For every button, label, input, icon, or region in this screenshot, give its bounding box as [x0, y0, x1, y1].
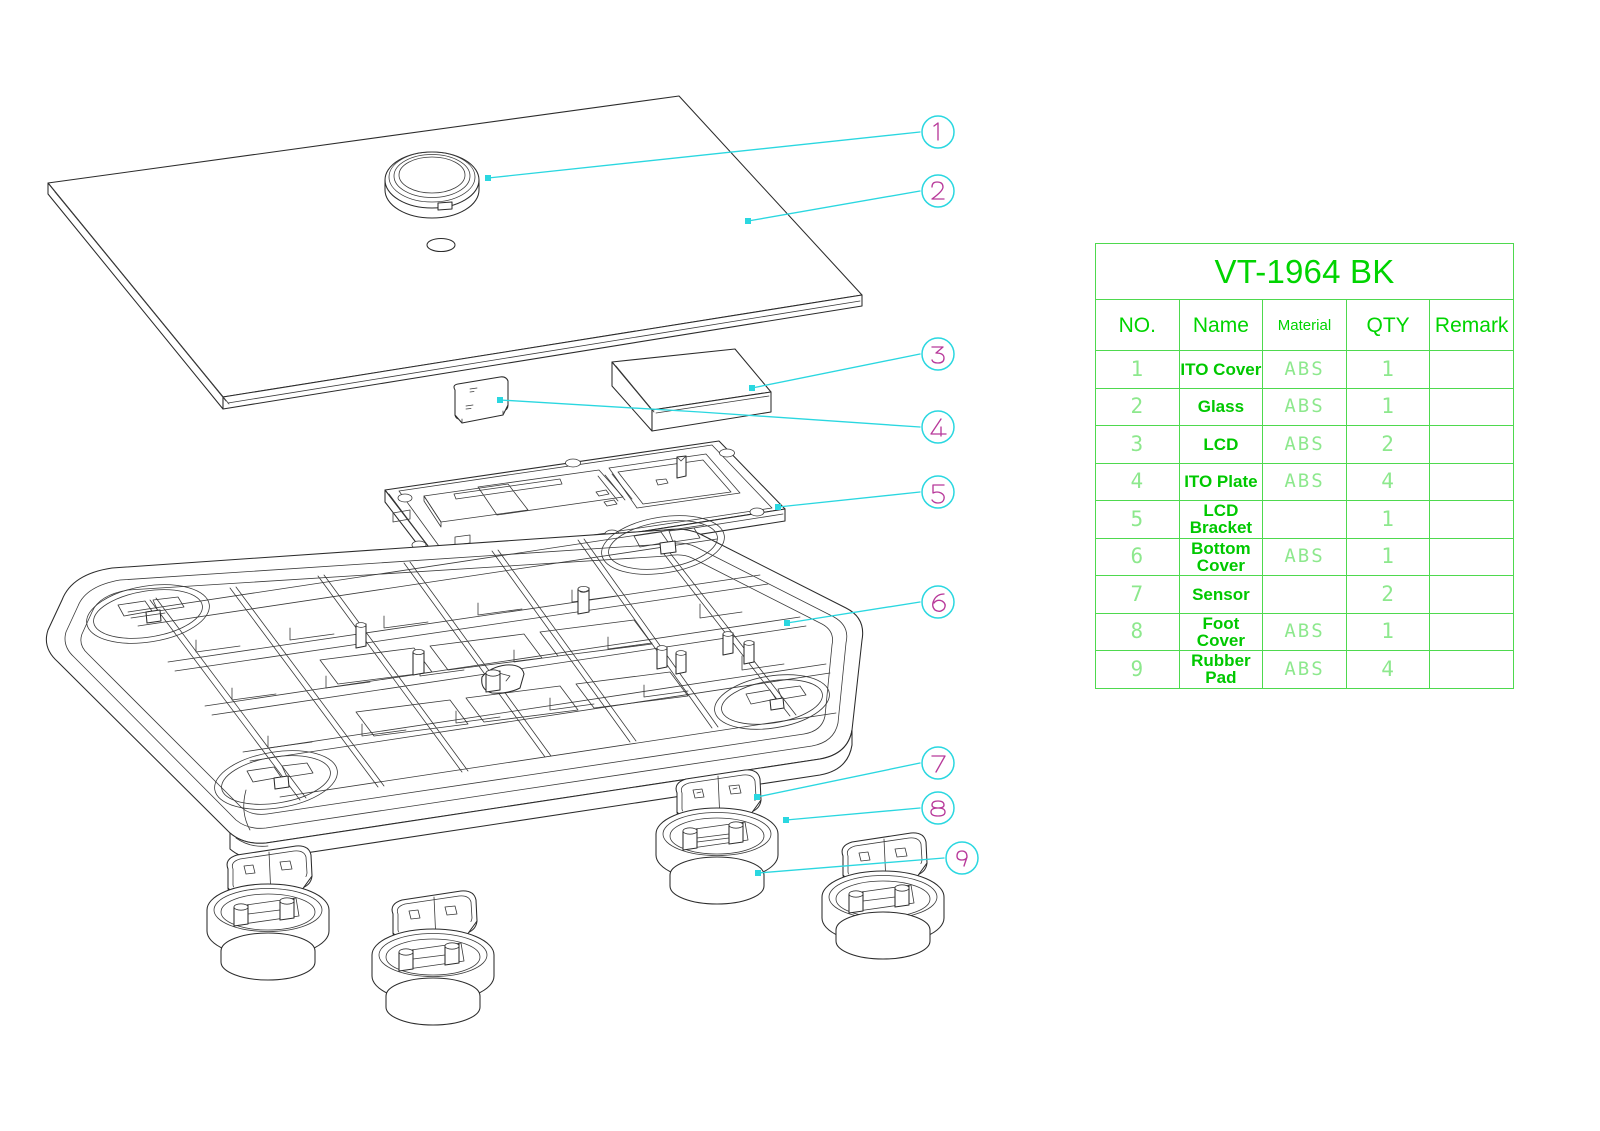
- leader-line-3: [751, 353, 921, 389]
- leader-line-5: [777, 491, 921, 508]
- cell-no: 3: [1095, 425, 1180, 464]
- part-rubber-pad: [669, 856, 765, 905]
- table-row: 5 LCD Bracket 1: [1095, 500, 1514, 539]
- bom-header-qty: QTY: [1345, 299, 1431, 351]
- table-row: 6 Bottom Cover ABS 1: [1095, 537, 1514, 576]
- part-lcd: [611, 348, 772, 432]
- cell-no: 7: [1095, 575, 1180, 614]
- cell-material: ABS: [1262, 425, 1347, 464]
- table-row: 2 Glass ABS 1: [1095, 387, 1514, 426]
- balloon-1[interactable]: [921, 115, 955, 149]
- table-row: 7 Sensor 2: [1095, 575, 1514, 614]
- bom-title: VT-1964 BK: [1095, 243, 1514, 300]
- cell-name: LCD Bracket: [1178, 500, 1264, 539]
- bom-header-material: Material: [1262, 299, 1347, 351]
- cell-material: ABS: [1262, 350, 1347, 389]
- table-row: 4 ITO Plate ABS 4: [1095, 462, 1514, 501]
- cell-material: [1262, 500, 1347, 539]
- table-row: 8 Foot Cover ABS 1: [1095, 612, 1514, 651]
- foot-assembly-left: [206, 845, 330, 981]
- bill-of-materials-table: VT-1964 BK NO. Name Material QTY Remark …: [1095, 243, 1514, 689]
- cell-qty: 2: [1345, 575, 1431, 614]
- cell-material: ABS: [1262, 612, 1347, 651]
- table-row: 1 ITO Cover ABS 1: [1095, 350, 1514, 389]
- part-rubber-pad: [385, 977, 481, 1026]
- cell-no: 1: [1095, 350, 1180, 389]
- foot-assembly-right: [821, 832, 945, 960]
- bom-header-name: Name: [1178, 299, 1264, 351]
- cell-no: 5: [1095, 500, 1180, 539]
- cell-no: 8: [1095, 612, 1180, 651]
- glass-vent-hole: [426, 237, 456, 253]
- cell-remark: [1429, 575, 1514, 614]
- cell-name: Bottom Cover: [1178, 537, 1264, 576]
- balloon-9[interactable]: [945, 841, 979, 875]
- part-rubber-pad: [835, 911, 931, 960]
- cell-remark: [1429, 387, 1514, 426]
- cell-remark: [1429, 425, 1514, 464]
- cell-qty: 2: [1345, 425, 1431, 464]
- cell-qty: 1: [1345, 612, 1431, 651]
- cell-material: ABS: [1262, 462, 1347, 501]
- cell-name: LCD: [1178, 425, 1264, 464]
- cell-remark: [1429, 350, 1514, 389]
- table-row: 9 Rubber Pad ABS 4: [1095, 650, 1514, 689]
- leader-line-8: [785, 807, 921, 821]
- balloon-8[interactable]: [921, 791, 955, 825]
- part-rubber-pad: [220, 932, 316, 981]
- bom-header-row: NO. Name Material QTY Remark: [1095, 299, 1514, 351]
- cell-qty: 1: [1345, 500, 1431, 539]
- drawing-sheet: VT-1964 BK NO. Name Material QTY Remark …: [0, 0, 1600, 1131]
- cell-name: ITO Cover: [1178, 350, 1264, 389]
- cell-qty: 1: [1345, 387, 1431, 426]
- cell-name: Rubber Pad: [1178, 650, 1264, 689]
- cell-no: 6: [1095, 537, 1180, 576]
- cell-remark: [1429, 500, 1514, 539]
- bom-header-remark: Remark: [1429, 299, 1514, 351]
- cell-material: ABS: [1262, 650, 1347, 689]
- balloon-5[interactable]: [921, 475, 955, 509]
- cell-no: 2: [1095, 387, 1180, 426]
- cell-material: [1262, 575, 1347, 614]
- bom-title-row: VT-1964 BK: [1095, 243, 1514, 300]
- balloon-3[interactable]: [921, 337, 955, 371]
- cell-no: 4: [1095, 462, 1180, 501]
- cell-qty: 1: [1345, 537, 1431, 576]
- cell-name: Foot Cover: [1178, 612, 1264, 651]
- cell-name: ITO Plate: [1178, 462, 1264, 501]
- cell-remark: [1429, 650, 1514, 689]
- table-row: 3 LCD ABS 2: [1095, 425, 1514, 464]
- balloon-2[interactable]: [921, 174, 955, 208]
- cell-remark: [1429, 537, 1514, 576]
- foot-assembly-center: [371, 890, 495, 1026]
- cell-name: Glass: [1178, 387, 1264, 426]
- cell-qty: 1: [1345, 350, 1431, 389]
- cell-qty: 4: [1345, 650, 1431, 689]
- cell-qty: 4: [1345, 462, 1431, 501]
- cell-remark: [1429, 462, 1514, 501]
- balloon-6[interactable]: [921, 585, 955, 619]
- cell-name: Sensor: [1178, 575, 1264, 614]
- cell-no: 9: [1095, 650, 1180, 689]
- balloon-7[interactable]: [921, 746, 955, 780]
- balloon-4[interactable]: [921, 410, 955, 444]
- bom-header-no: NO.: [1095, 299, 1180, 351]
- cell-material: ABS: [1262, 387, 1347, 426]
- cell-material: ABS: [1262, 537, 1347, 576]
- cell-remark: [1429, 612, 1514, 651]
